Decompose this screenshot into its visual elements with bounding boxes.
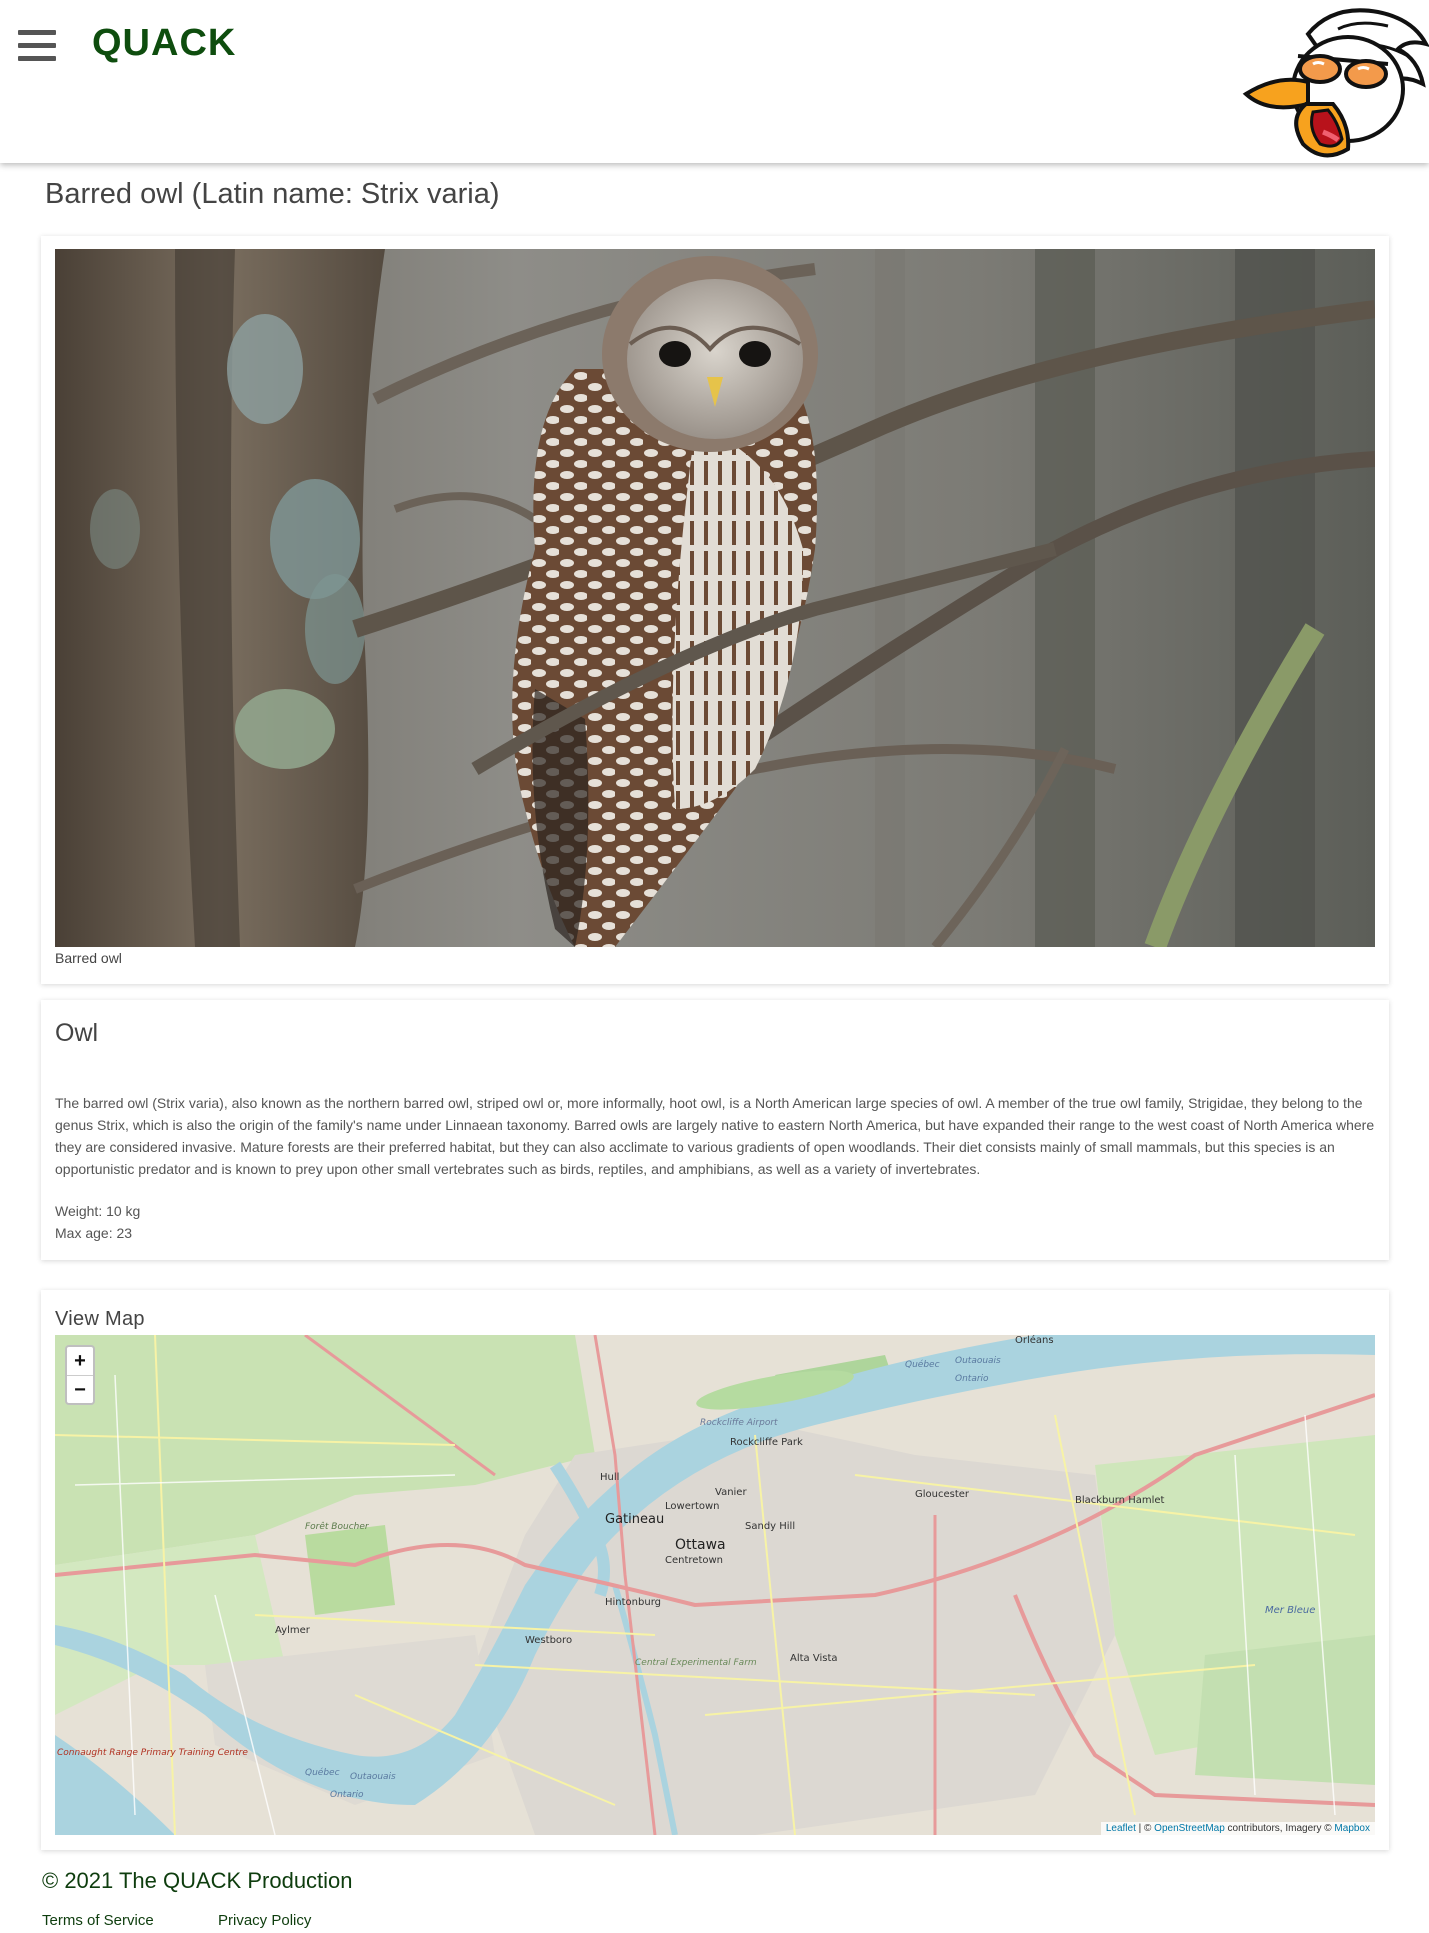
zoom-out-button[interactable]: − xyxy=(67,1375,93,1403)
map-label-foret-boucher: Forêt Boucher xyxy=(305,1521,370,1532)
zoom-in-button[interactable]: + xyxy=(67,1347,93,1375)
map-tiles: Orléans Rockcliffe Park Rockcliffe Airpo… xyxy=(55,1335,1375,1835)
map-label-mer-bleue: Mer Bleue xyxy=(1265,1605,1315,1616)
attribution-text: contributors, Imagery © xyxy=(1224,1823,1335,1834)
map-label-connaught: Connaught Range Primary Training Centre xyxy=(57,1748,248,1758)
map-label-gatineau: Gatineau xyxy=(605,1512,664,1527)
photo-card: Barred owl xyxy=(41,236,1389,984)
map-label-centretown: Centretown xyxy=(665,1555,723,1566)
map-label-outaouais-north: Outaouais xyxy=(955,1356,1001,1366)
leaflet-map[interactable]: + − Orléans Rockcliffe Park Rockcliffe A… xyxy=(55,1335,1375,1835)
map-card: View Map + − Orléans Rockcliffe Park Roc… xyxy=(41,1290,1389,1850)
map-label-sandy-hill: Sandy Hill xyxy=(745,1521,795,1532)
duck-mascot-logo xyxy=(1242,8,1429,158)
map-label-aylmer: Aylmer xyxy=(275,1625,311,1636)
map-label-alta-vista: Alta Vista xyxy=(790,1653,838,1664)
map-label-hull: Hull xyxy=(600,1472,619,1483)
info-card: Owl The barred owl (Strix varia), also k… xyxy=(41,1000,1389,1260)
map-label-quebec-north: Québec xyxy=(905,1359,940,1370)
map-label-westboro: Westboro xyxy=(525,1635,572,1646)
hamburger-menu-icon[interactable] xyxy=(18,30,56,64)
map-label-rockcliffe-park: Rockcliffe Park xyxy=(730,1437,803,1448)
map-label-rockcliffe-airport: Rockcliffe Airport xyxy=(700,1418,778,1428)
info-title: Owl xyxy=(55,1019,99,1047)
page-title: Barred owl (Latin name: Strix varia) xyxy=(45,178,500,210)
mapbox-link[interactable]: Mapbox xyxy=(1334,1823,1370,1834)
map-label-gloucester: Gloucester xyxy=(915,1489,970,1500)
owl-photo xyxy=(55,249,1375,947)
map-title: View Map xyxy=(55,1308,145,1330)
privacy-policy-link[interactable]: Privacy Policy xyxy=(218,1912,311,1929)
map-label-ottawa: Ottawa xyxy=(675,1537,726,1553)
map-attribution: Leaflet | © OpenStreetMap contributors, … xyxy=(1100,1822,1375,1835)
osm-link[interactable]: OpenStreetMap xyxy=(1154,1823,1225,1834)
footer-copyright: © 2021 The QUACK Production xyxy=(42,1868,353,1893)
map-label-vanier: Vanier xyxy=(715,1487,747,1498)
map-label-quebec-south: Québec xyxy=(305,1767,340,1778)
species-description: The barred owl (Strix varia), also known… xyxy=(55,1095,1375,1177)
max-age-stat: Max age: 23 xyxy=(55,1225,133,1241)
map-label-lowertown: Lowertown xyxy=(665,1501,720,1512)
weight-stat: Weight: 10 kg xyxy=(55,1203,141,1219)
map-label-blackburn: Blackburn Hamlet xyxy=(1075,1495,1165,1506)
map-label-outaouais-south: Outaouais xyxy=(350,1772,396,1782)
map-label-experimental-farm: Central Experimental Farm xyxy=(635,1658,757,1668)
map-label-orleans: Orléans xyxy=(1015,1335,1054,1346)
attribution-separator: | © xyxy=(1135,1823,1155,1834)
terms-of-service-link[interactable]: Terms of Service xyxy=(42,1912,154,1929)
map-label-hintonburg: Hintonburg xyxy=(605,1597,661,1608)
leaflet-link[interactable]: Leaflet xyxy=(1106,1823,1136,1834)
map-label-ontario-south: Ontario xyxy=(330,1790,364,1800)
map-label-ontario-north: Ontario xyxy=(955,1374,989,1384)
top-app-bar: QUACK xyxy=(0,0,1429,163)
zoom-control: + − xyxy=(65,1345,95,1405)
brand-title[interactable]: QUACK xyxy=(92,22,236,65)
photo-caption: Barred owl xyxy=(55,950,122,966)
